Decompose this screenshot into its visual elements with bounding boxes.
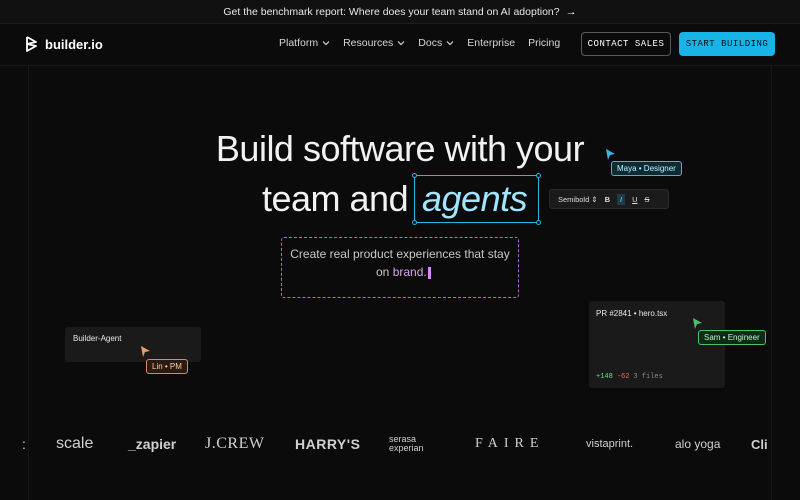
logo-scale: scale — [56, 435, 94, 452]
brand-logo[interactable]: builder.io — [25, 36, 103, 52]
pr-files: 3 files — [633, 373, 663, 381]
collaborator-tag-maya: Maya • Designer — [611, 161, 682, 176]
banner-text[interactable]: Get the benchmark report: Where does you… — [223, 6, 559, 18]
bold-button[interactable]: B — [605, 195, 610, 204]
chevron-down-icon — [322, 41, 330, 46]
selection-handle — [412, 220, 417, 225]
builder-logo-icon — [26, 36, 37, 52]
arrow-right-icon[interactable]: → — [566, 6, 577, 18]
updown-icon: ⇕ — [591, 194, 598, 204]
selection-handle — [536, 220, 541, 225]
strikethrough-button[interactable]: S — [645, 195, 650, 204]
hero-highlight-word: agents — [422, 178, 528, 219]
logo-zapier: _zapier — [128, 436, 177, 452]
cursor-pointer-icon — [693, 318, 702, 329]
logo-faire: FAIRE — [475, 436, 545, 451]
nav-enterprise[interactable]: Enterprise — [467, 37, 515, 49]
cursor-pointer-icon — [141, 346, 150, 357]
pr-stats: +148 -62 3 files — [596, 373, 663, 381]
start-building-button[interactable]: START BUILDING — [679, 32, 775, 56]
main-menu: Platform Resources Docs Enterprise Prici… — [279, 37, 560, 49]
top-nav: builder.io Platform Resources Docs Enter… — [0, 24, 800, 66]
nav-resources[interactable]: Resources — [343, 37, 405, 49]
logo-alo-yoga: alo yoga — [675, 437, 721, 451]
logo-serasa-experian: serasa experian — [389, 430, 424, 458]
announcement-banner[interactable]: Get the benchmark report: Where does you… — [0, 0, 800, 24]
collaborator-tag-sam: Sam • Engineer — [698, 330, 766, 345]
nav-resources-label: Resources — [343, 37, 394, 49]
underline-button[interactable]: U — [632, 195, 637, 204]
cursor-pointer-icon — [606, 149, 615, 160]
contact-sales-button[interactable]: CONTACT SALES — [581, 32, 671, 56]
nav-platform-label: Platform — [279, 37, 319, 49]
nav-docs-label: Docs — [418, 37, 443, 49]
pr-additions: +148 — [596, 373, 613, 381]
collaborator-tag-lin: Lin • PM — [146, 359, 188, 374]
logo-vistaprint: vistaprint. — [586, 438, 634, 450]
font-weight-value: Semibold — [558, 194, 590, 204]
logo-partial: Cli — [751, 436, 768, 452]
chevron-down-icon — [397, 41, 405, 46]
subtitle-prefix: on — [376, 265, 390, 279]
hero-headline-line2: team and — [262, 178, 409, 219]
chevron-down-icon — [446, 41, 454, 46]
nav-enterprise-label: Enterprise — [467, 37, 516, 49]
text-format-toolbar: Semibold ⇕ B I U S — [549, 189, 669, 209]
hero-subtitle-line1: Create real product experiences that sta… — [290, 247, 510, 261]
agent-card: Builder-Agent — [65, 327, 201, 362]
font-weight-select[interactable]: Semibold ⇕ — [558, 195, 598, 204]
subtitle-brand: brand. — [392, 265, 427, 279]
hero-subtitle-line2: on brand. — [376, 265, 431, 279]
nav-pricing-label: Pricing — [528, 37, 561, 49]
customer-logo-strip: : scale _zapier J.CREW HARRY'S serasa ex… — [0, 430, 800, 458]
nav-platform[interactable]: Platform — [279, 37, 330, 49]
selection-handle — [536, 173, 541, 178]
brand-name: builder.io — [45, 36, 103, 52]
logo-jcrew: J.CREW — [205, 435, 265, 452]
nav-pricing[interactable]: Pricing — [528, 37, 560, 49]
partial-logo: : — [22, 436, 26, 452]
selection-handle — [412, 173, 417, 178]
logo-serasa-line2: experian — [389, 443, 424, 453]
pr-title: PR #2841 • hero.tsx — [596, 309, 668, 318]
text-caret — [427, 266, 431, 279]
pr-deletions: -62 — [616, 373, 630, 381]
logo-harrys: HARRY'S — [295, 436, 361, 452]
agent-card-title: Builder-Agent — [73, 334, 122, 343]
italic-button[interactable]: I — [617, 193, 626, 205]
nav-docs[interactable]: Docs — [418, 37, 454, 49]
